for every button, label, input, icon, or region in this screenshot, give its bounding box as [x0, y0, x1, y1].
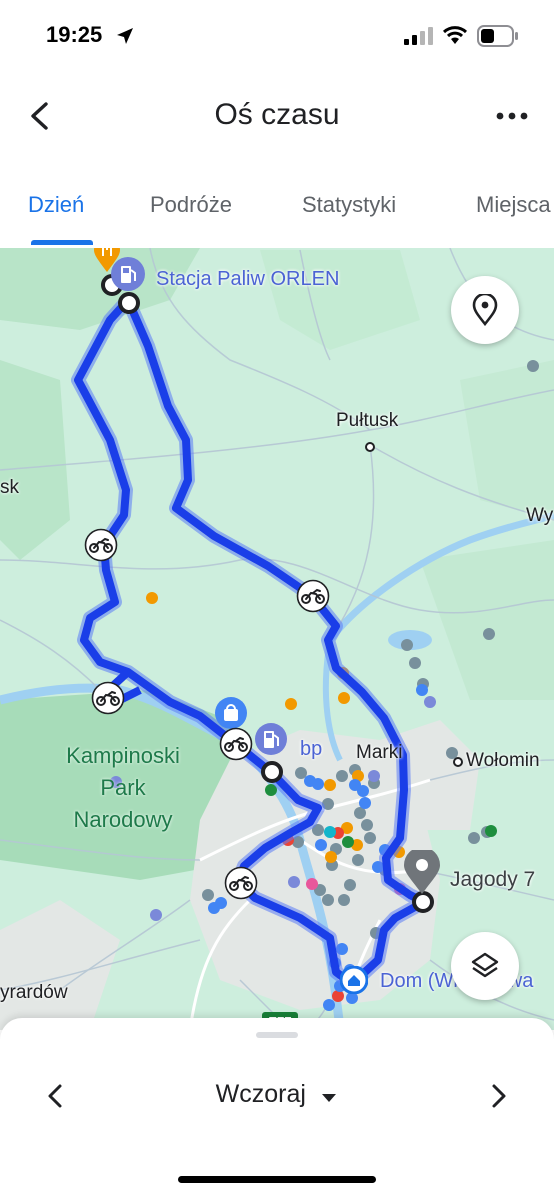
- home-indicator: [178, 1176, 376, 1183]
- location-pin-icon: [472, 294, 498, 326]
- cellular-signal-icon: [404, 27, 433, 45]
- map-label-jagody[interactable]: Jagody 7: [450, 868, 535, 892]
- map-label-zyrardow: yrardów: [0, 982, 68, 1003]
- caret-down-icon: [322, 1093, 337, 1102]
- map-label-pultusk: Pułtusk: [336, 410, 399, 431]
- tab-day[interactable]: Dzień: [28, 192, 84, 218]
- layers-icon: [471, 952, 499, 978]
- top-app-bar: Oś czasu: [0, 72, 554, 164]
- more-horizontal-icon: [496, 112, 528, 120]
- wifi-icon: [442, 26, 468, 44]
- tab-trips[interactable]: Podróże: [150, 192, 232, 218]
- day-label[interactable]: Wczoraj: [216, 1080, 306, 1108]
- map-label-sk: sk: [0, 477, 19, 498]
- map-canvas: [0, 248, 554, 1030]
- motorcycle-icon[interactable]: [91, 681, 125, 715]
- active-tab-indicator: [31, 240, 93, 245]
- next-day-button[interactable]: [480, 1078, 516, 1114]
- motorcycle-icon[interactable]: [219, 727, 253, 761]
- battery-icon: [477, 25, 518, 47]
- motorcycle-icon[interactable]: [224, 866, 258, 900]
- fuel-station-icon[interactable]: [254, 722, 288, 756]
- tab-statistics[interactable]: Statystyki: [302, 192, 396, 218]
- map-label-kampinos-line3: Narodowy: [73, 807, 173, 832]
- location-arrow-icon: [117, 28, 133, 44]
- status-bar: 19:25: [0, 0, 554, 72]
- map-label-wolomin: Wołomin: [466, 750, 540, 771]
- map-pin-icon[interactable]: [404, 850, 440, 894]
- map-view[interactable]: Stacja Paliw ORLEN Pułtusk sk Wy Kampino…: [0, 248, 554, 1030]
- day-selector[interactable]: Wczoraj: [0, 1080, 554, 1109]
- map-layers-button[interactable]: [451, 932, 519, 1000]
- page-title: Oś czasu: [214, 98, 340, 131]
- map-label-orlen-station[interactable]: Stacja Paliw ORLEN: [156, 268, 339, 291]
- location-button[interactable]: [451, 276, 519, 344]
- tab-places[interactable]: Miejsca: [476, 192, 551, 218]
- chevron-right-icon: [492, 1084, 506, 1108]
- map-label-kampinos-line1: Kampinoski: [66, 743, 180, 768]
- map-label-kampinos-line2: Park: [100, 775, 146, 800]
- bottom-sheet[interactable]: Wczoraj: [0, 1018, 554, 1200]
- map-label-kampinos-park: Kampinoski Park Narodowy: [48, 740, 198, 836]
- shopping-bag-icon[interactable]: [214, 696, 248, 730]
- map-label-wy: Wy: [526, 505, 554, 526]
- status-time: 19:25: [46, 22, 103, 47]
- fuel-station-icon[interactable]: [110, 256, 146, 292]
- more-options-button[interactable]: [492, 98, 532, 134]
- map-label-marki: Marki: [356, 742, 403, 763]
- tab-bar: Dzień Podróże Statystyki Miejsca: [0, 164, 554, 248]
- motorcycle-icon[interactable]: [296, 579, 330, 613]
- map-label-bp[interactable]: bp: [300, 738, 322, 761]
- motorcycle-icon[interactable]: [84, 528, 118, 562]
- sheet-drag-handle[interactable]: [256, 1032, 298, 1038]
- home-icon[interactable]: [340, 966, 368, 994]
